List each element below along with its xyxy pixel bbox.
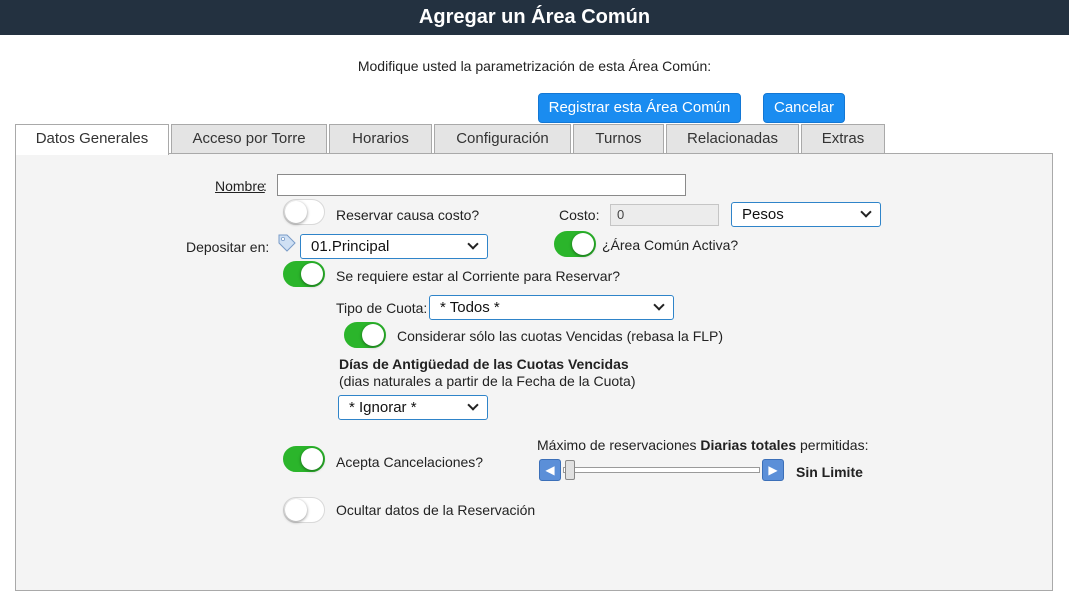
tab-horarios[interactable]: Horarios bbox=[329, 124, 432, 154]
tab-turnos[interactable]: Turnos bbox=[573, 124, 664, 154]
chevron-down-icon bbox=[653, 299, 665, 311]
antiguedad-title: Días de Antigüedad de las Cuotas Vencida… bbox=[339, 356, 629, 372]
activa-toggle[interactable] bbox=[554, 231, 596, 257]
depositar-select-value: 01.Principal bbox=[311, 238, 390, 255]
toggle-knob bbox=[572, 233, 594, 255]
tipo-cuota-select[interactable]: * Todos * bbox=[429, 295, 674, 320]
tab-relacionadas[interactable]: Relacionadas bbox=[666, 124, 799, 154]
cancel-button[interactable]: Cancelar bbox=[763, 93, 845, 123]
antiguedad-select[interactable]: * Ignorar * bbox=[338, 395, 488, 420]
nombre-label: Nombre bbox=[215, 178, 265, 194]
toggle-knob bbox=[285, 201, 307, 223]
reservar-costo-toggle[interactable] bbox=[283, 199, 325, 225]
costo-label: Costo: bbox=[559, 207, 600, 223]
chevron-down-icon bbox=[467, 399, 479, 411]
form-panel bbox=[15, 153, 1053, 591]
reservar-costo-label: Reservar causa costo? bbox=[336, 207, 480, 223]
tipo-cuota-label: Tipo de Cuota: bbox=[336, 300, 428, 316]
currency-select-value: Pesos bbox=[742, 206, 784, 223]
costo-input[interactable]: 0 bbox=[610, 204, 719, 226]
depositar-label: Depositar en: bbox=[186, 239, 270, 255]
max-reservas-bold: Diarias totales bbox=[700, 437, 797, 453]
vencidas-toggle[interactable] bbox=[344, 322, 386, 348]
cancelaciones-toggle[interactable] bbox=[283, 446, 325, 472]
corriente-toggle[interactable] bbox=[283, 261, 325, 287]
activa-label: ¿Área Común Activa? bbox=[602, 237, 739, 253]
nombre-input[interactable] bbox=[277, 174, 686, 196]
register-button[interactable]: Registrar esta Área Común bbox=[538, 93, 741, 123]
chevron-down-icon bbox=[467, 238, 479, 250]
max-reservas-suffix: permitidas: bbox=[796, 437, 869, 453]
antiguedad-subtitle: (dias naturales a partir de la Fecha de … bbox=[339, 373, 636, 389]
ocultar-toggle[interactable] bbox=[283, 497, 325, 523]
arrow-left-icon[interactable]: ◀ bbox=[539, 459, 561, 481]
tipo-cuota-select-value: * Todos * bbox=[440, 299, 500, 316]
toggle-knob bbox=[362, 324, 384, 346]
tab-acceso-por-torre[interactable]: Acceso por Torre bbox=[171, 124, 327, 154]
arrow-right-icon[interactable]: ▶ bbox=[762, 459, 784, 481]
tab-extras[interactable]: Extras bbox=[801, 124, 885, 154]
cancelaciones-label: Acepta Cancelaciones? bbox=[336, 454, 484, 470]
max-reservas-slider-track[interactable] bbox=[563, 467, 760, 473]
ocultar-label: Ocultar datos de la Reservación bbox=[336, 502, 536, 518]
corriente-label: Se requiere estar al Corriente para Rese… bbox=[336, 268, 621, 284]
tab-configuracion[interactable]: Configuración bbox=[434, 124, 571, 154]
max-reservas-value: Sin Limite bbox=[796, 464, 863, 480]
max-reservas-prefix: Máximo de reservaciones bbox=[537, 437, 701, 453]
max-reservas-label: Máximo de reservaciones Diarias totales … bbox=[537, 437, 868, 453]
currency-select[interactable]: Pesos bbox=[731, 202, 881, 227]
vencidas-label: Considerar sólo las cuotas Vencidas (reb… bbox=[397, 328, 724, 344]
toggle-knob bbox=[301, 263, 323, 285]
toggle-knob bbox=[285, 499, 307, 521]
window-title: Agregar un Área Común bbox=[0, 0, 1069, 35]
toggle-knob bbox=[301, 448, 323, 470]
tag-icon bbox=[277, 233, 297, 253]
chevron-down-icon bbox=[860, 206, 872, 218]
nombre-colon: : bbox=[263, 178, 267, 194]
max-reservas-slider-thumb[interactable] bbox=[565, 460, 575, 480]
depositar-select[interactable]: 01.Principal bbox=[300, 234, 488, 259]
tab-datos-generales[interactable]: Datos Generales bbox=[15, 124, 169, 155]
antiguedad-select-value: * Ignorar * bbox=[349, 399, 417, 416]
page-subtitle: Modifique usted la parametrización de es… bbox=[357, 58, 712, 74]
